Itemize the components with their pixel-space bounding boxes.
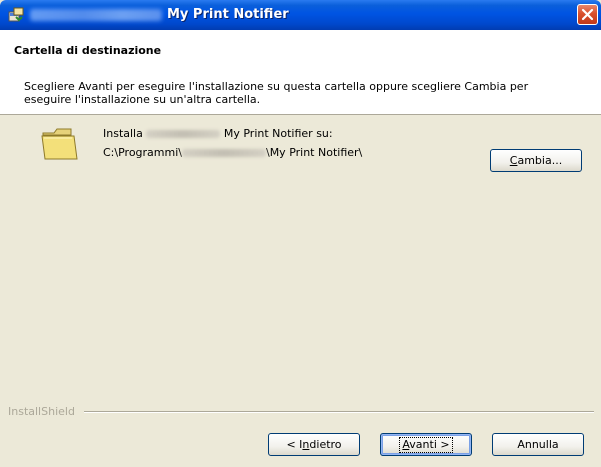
close-icon — [581, 8, 594, 21]
cancel-button[interactable]: Annulla — [492, 433, 584, 456]
install-path: C:\Programmi\ \My Print Notifier\ — [103, 146, 362, 159]
install-prefix: Installa — [103, 127, 143, 140]
install-suffix: My Print Notifier su: — [223, 127, 333, 140]
install-target-line: Installa My Print Notifier su: — [103, 127, 333, 140]
title-redacted-vendor — [30, 9, 162, 21]
footer-divider — [84, 411, 594, 413]
redacted-vendor-name — [146, 130, 221, 138]
page-title: Cartella di destinazione — [14, 44, 162, 57]
installshield-brand: InstallShield — [8, 405, 75, 418]
focus-indicator: Avanti > — [399, 437, 453, 453]
back-button[interactable]: < Indietro — [268, 433, 360, 456]
page-description: Scegliere Avanti per eseguire l'installa… — [24, 80, 529, 106]
folder-icon — [41, 128, 78, 160]
close-button[interactable] — [577, 4, 598, 25]
next-button[interactable]: Avanti > — [380, 433, 472, 456]
change-folder-button[interactable]: Cambia... — [490, 149, 582, 172]
redacted-path-segment — [181, 149, 266, 157]
title-bar: My Print Notifier — [0, 0, 601, 30]
window-title: My Print Notifier — [167, 7, 289, 22]
header-panel: Cartella di destinazione Scegliere Avant… — [0, 30, 601, 115]
path-prefix: C:\Programmi\ — [103, 146, 182, 159]
installer-icon — [8, 7, 24, 22]
path-suffix: \My Print Notifier\ — [265, 146, 363, 159]
